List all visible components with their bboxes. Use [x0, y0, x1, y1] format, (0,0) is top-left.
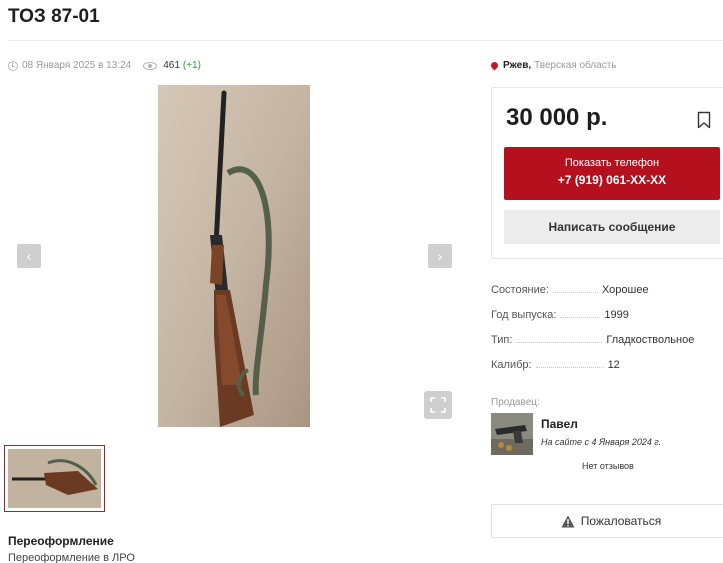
spec-label: Состояние: — [491, 284, 549, 296]
spec-row: Калибр: 12 — [491, 359, 723, 384]
photo-thumbnail[interactable] — [4, 445, 105, 512]
report-label: Пожаловаться — [580, 514, 662, 528]
report-button[interactable]: Пожаловаться — [491, 504, 723, 538]
seller-name[interactable]: Павел — [541, 417, 578, 431]
expand-icon — [430, 397, 446, 413]
phone-number: +7 (919) 061-XX-XX — [557, 173, 667, 187]
spec-leader — [560, 310, 601, 318]
gallery-prev-button[interactable]: ‹ — [17, 244, 41, 268]
show-phone-label: Показать телефон — [564, 157, 660, 169]
send-message-button[interactable]: Написать сообщение — [504, 210, 720, 244]
listing-title: ТОЗ 87-01 — [8, 6, 100, 27]
clock-icon — [8, 60, 18, 71]
seller-label: Продавец: — [491, 397, 540, 408]
bookmark-icon[interactable] — [697, 111, 711, 129]
fullscreen-button[interactable] — [424, 391, 452, 419]
show-phone-button[interactable]: Показать телефон +7 (919) 061-XX-XX — [504, 147, 720, 200]
spec-label: Калибр: — [491, 359, 532, 371]
spec-leader — [516, 335, 603, 343]
spec-row: Состояние: Хорошее — [491, 284, 723, 309]
price-card: 30 000 р. Показать телефон +7 (919) 061-… — [491, 87, 723, 259]
spec-label: Год выпуска: — [491, 309, 557, 321]
spec-leader — [535, 360, 604, 368]
spec-row: Тип: Гладкоствольное — [491, 334, 723, 359]
view-count-delta: (+1) — [182, 60, 201, 71]
warning-icon — [561, 515, 575, 527]
specs-list: Состояние: Хорошее Год выпуска: 1999 Тип… — [491, 284, 723, 384]
description-title: Переоформление — [8, 534, 114, 548]
location-pin-icon — [489, 60, 500, 71]
eye-icon — [143, 61, 158, 70]
listing-date: 08 Января 2025 в 13:24 — [22, 60, 132, 71]
seller-since: На сайте с 4 Января 2024 г. — [541, 437, 662, 447]
location-city[interactable]: Ржев, — [503, 60, 531, 71]
view-count: 461 — [163, 60, 180, 71]
spec-value: 12 — [607, 359, 620, 371]
spec-value: 1999 — [604, 309, 629, 321]
main-photo[interactable] — [158, 85, 310, 427]
price: 30 000 р. — [506, 104, 608, 131]
seller-avatar[interactable] — [491, 413, 533, 455]
listing-meta: 08 Января 2025 в 13:24 461 (+1) — [8, 60, 201, 71]
gallery-next-button[interactable]: › — [428, 244, 452, 268]
title-divider — [8, 40, 723, 41]
location: Ржев, Тверская область — [489, 60, 617, 71]
location-region[interactable]: Тверская область — [534, 60, 616, 71]
spec-value: Хорошее — [601, 284, 649, 296]
spec-label: Тип: — [491, 334, 513, 346]
description-text: Переоформление в ЛРО — [8, 552, 135, 563]
spec-leader — [552, 285, 598, 293]
spec-value: Гладкоствольное — [606, 334, 695, 346]
spec-row: Год выпуска: 1999 — [491, 309, 723, 334]
seller-reviews[interactable]: Нет отзывов — [582, 461, 634, 471]
